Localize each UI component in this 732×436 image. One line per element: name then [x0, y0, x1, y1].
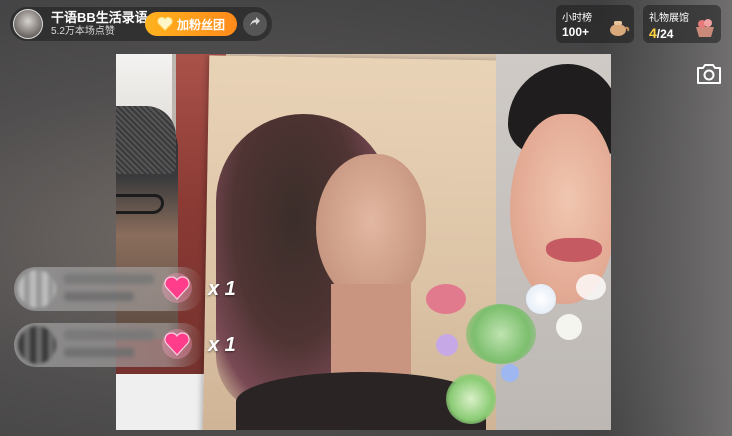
gift-description-blurred: [64, 348, 134, 357]
video-shirt: [116, 374, 206, 430]
gifter-avatar: [18, 326, 56, 364]
share-arrow-icon: [249, 15, 261, 33]
heart-gift-icon: [160, 272, 194, 304]
heart-gift-icon: [160, 328, 194, 360]
hourly-rank-card[interactable]: 小时榜 100+: [556, 5, 634, 43]
video-hat: [116, 106, 176, 174]
camera-icon: [695, 64, 723, 90]
gift-basket-icon: [693, 15, 717, 39]
gifter-name-blurred: [64, 274, 154, 284]
teapot-icon: [606, 15, 630, 39]
hourly-rank-title: 小时榜: [562, 13, 592, 24]
gift-count: x 1: [208, 278, 236, 300]
anchor-avatar[interactable]: [13, 9, 43, 39]
fan-heart-icon: [157, 17, 173, 31]
video-person-right-smile: [546, 238, 602, 262]
gift-gallery-card[interactable]: 礼物展馆 4/24: [643, 5, 721, 43]
join-fan-club-button[interactable]: 加粉丝团: [145, 12, 237, 36]
anchor-likes-count: 5.2万本场点赞: [51, 26, 115, 37]
poster-neck: [331, 284, 411, 374]
gift-count: x 1: [208, 334, 236, 356]
join-fan-club-label: 加粉丝团: [176, 17, 225, 32]
gift-gallery-total: /24: [656, 27, 674, 41]
video-glasses: [116, 194, 164, 214]
share-button[interactable]: [243, 12, 267, 36]
anchor-name[interactable]: 干语BB生活录语: [51, 10, 148, 25]
gift-notification: x 1: [14, 320, 240, 370]
gift-gallery-value: 4/24: [649, 25, 673, 41]
live-video[interactable]: [116, 54, 611, 430]
gift-description-blurred: [64, 292, 134, 301]
gift-notification: x 1: [14, 264, 240, 314]
gift-gallery-progress: 4: [649, 25, 657, 41]
gift-gallery-title: 礼物展馆: [649, 13, 689, 24]
screenshot-button[interactable]: [695, 62, 723, 86]
anchor-info-bar: 干语BB生活录语 5.2万本场点赞 加粉丝团: [10, 7, 272, 41]
hourly-rank-value: 100+: [562, 25, 590, 39]
flower-bouquet-effect: [406, 274, 611, 430]
gifter-avatar: [18, 270, 56, 308]
gifter-name-blurred: [64, 330, 154, 340]
